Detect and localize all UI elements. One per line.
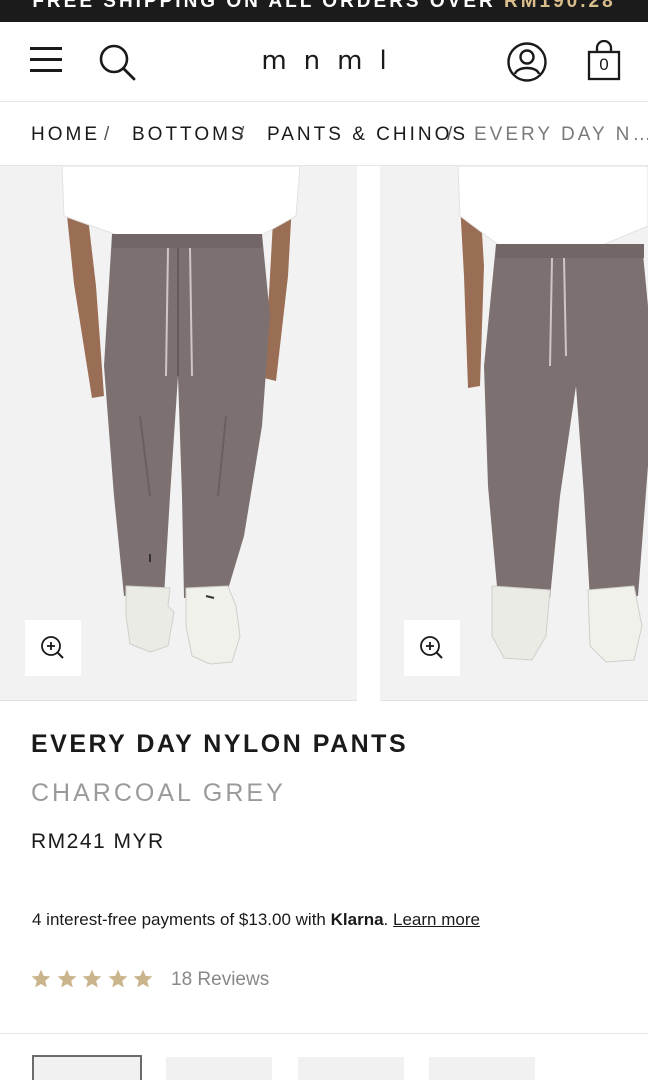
cart-button[interactable]: 0 [586,39,622,82]
star-icon [108,969,127,988]
star-icon [31,969,51,988]
promo-text: FREE SHIPPING ON ALL ORDERS OVER RM190.2… [0,0,648,13]
zoom-button[interactable] [404,620,460,676]
breadcrumb-pants-chinos[interactable]: PANTS & CHINOS [267,124,468,146]
product-page: FREE SHIPPING ON ALL ORDERS OVER RM190.2… [0,0,648,1080]
breadcrumb-separator: / [239,124,245,145]
product-gallery[interactable] [0,166,648,702]
account-button[interactable] [506,41,548,83]
account-icon [507,42,547,82]
product-image-front[interactable] [0,166,357,701]
site-header: mnml 0 [0,22,648,102]
site-logo[interactable]: mnml [0,46,648,76]
reviews-link[interactable]: 18 Reviews [171,969,269,991]
thumbnail[interactable] [298,1057,404,1080]
thumbnail-strip [0,1033,648,1080]
klarna-learn-more-link[interactable]: Learn more [393,910,480,929]
zoom-button[interactable] [25,620,81,676]
promo-bar[interactable]: FREE SHIPPING ON ALL ORDERS OVER RM190.2… [0,0,648,22]
thumbnail[interactable] [32,1055,142,1080]
product-color: CHARCOAL GREY [31,779,286,807]
klarna-message: 4 interest-free payments of $13.00 with … [32,910,480,929]
product-title: EVERY DAY NYLON PANTS [31,730,409,758]
star-icon [133,969,153,988]
breadcrumb: HOME / BOTTOMS / PANTS & CHINOS / EVERY … [0,102,648,166]
klarna-logo: Klarna [330,910,384,929]
promo-amount: RM190.28 [504,0,616,12]
product-image-side[interactable] [380,166,648,701]
breadcrumb-separator: / [104,124,110,145]
breadcrumb-bottoms[interactable]: BOTTOMS [132,124,247,146]
star-icon [82,969,102,988]
breadcrumb-current: EVERY DAY N… [474,124,648,145]
star-icon [57,969,76,988]
zoom-in-icon [420,636,443,659]
klarna-text: 4 interest-free payments of $13.00 with [32,910,326,929]
thumbnail[interactable] [166,1057,272,1080]
zoom-in-icon [41,636,64,659]
breadcrumb-home[interactable]: HOME [31,124,100,146]
breadcrumb-separator: / [447,124,453,145]
thumbnail[interactable] [429,1057,535,1080]
product-price: RM241 MYR [31,830,165,853]
cart-count: 0 [599,55,609,74]
